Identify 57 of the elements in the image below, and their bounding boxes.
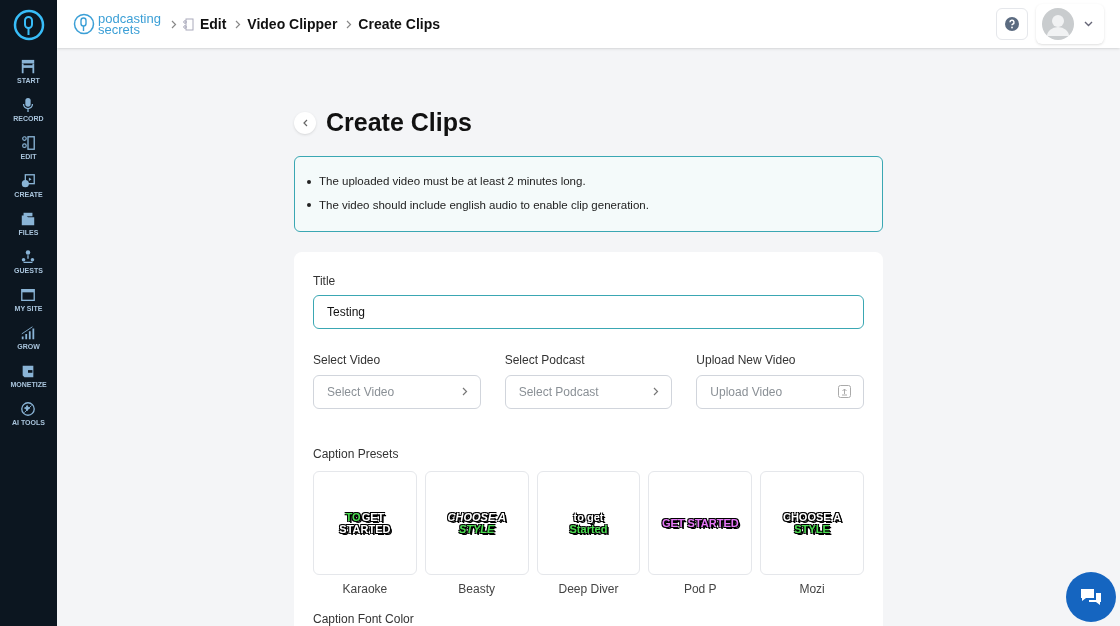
breadcrumb-link[interactable]: Video Clipper [247, 13, 338, 35]
preset-name: Pod P [683, 580, 717, 598]
guests-icon [20, 249, 37, 265]
notice-text: The uploaded video must be at least 2 minutes long. [319, 174, 586, 190]
section-label: Caption Font Color [313, 611, 414, 626]
preset-name: Beasty [458, 580, 496, 598]
chevron-right-icon [170, 19, 177, 29]
help-icon [1005, 17, 1019, 31]
preset-card[interactable]: CHOOSE A STYLE [424, 470, 529, 575]
caption-sample-text: CHOOSE A [782, 510, 842, 523]
chat-icon [1079, 586, 1103, 608]
chevron-right-icon [653, 386, 660, 396]
preset-name: Karaoke [342, 580, 388, 598]
caption-sample-text: GET STARTED [661, 516, 739, 529]
notice-text: The video should include english audio to enable clip generation. [319, 197, 649, 213]
breadcrumb-link[interactable]: Edit [199, 13, 227, 35]
files-icon [20, 211, 37, 227]
field-label: Select Podcast [504, 351, 585, 369]
bullet-icon [307, 203, 311, 208]
caption-sample-text: STYLE [458, 522, 495, 535]
preset-card[interactable]: CHOOSE A STYLE [760, 470, 864, 575]
site-icon [20, 287, 37, 303]
grow-icon [20, 325, 37, 341]
ai-icon [20, 401, 37, 417]
create-icon [20, 173, 37, 189]
field-label: Title [313, 272, 336, 290]
chevron-right-icon [461, 386, 468, 396]
preset-name: Mozi [799, 580, 825, 598]
field-label: Upload New Video [696, 351, 796, 369]
chevron-right-icon [235, 19, 242, 29]
edit-icon [20, 135, 37, 151]
chevron-right-icon [346, 19, 353, 29]
caption-sample-text: STARTED [339, 522, 391, 535]
upload-icon [838, 384, 851, 398]
section-label: Caption Presets [313, 445, 399, 463]
title-input[interactable]: Testing [313, 294, 864, 329]
preset-card[interactable]: TOGET STARTED [313, 470, 417, 575]
page-title: Create Clips [326, 107, 472, 138]
field-label: Select Video [313, 351, 381, 369]
caption-sample-text: CHOOSE A [447, 510, 506, 523]
avatar-icon [1042, 8, 1074, 40]
chevron-down-icon [1084, 21, 1093, 27]
chevron-left-icon [302, 118, 308, 127]
start-icon [20, 59, 37, 75]
upload-field[interactable]: Upload Video [696, 374, 864, 409]
select-field[interactable]: Select Video [313, 374, 481, 409]
caption-sample-text: to get [573, 510, 604, 523]
chat-button[interactable] [1066, 572, 1116, 622]
caption-sample-text: GET [361, 510, 385, 523]
preset-name: Deep Diver [558, 580, 619, 598]
caption-sample-text: STYLE [794, 522, 830, 535]
bullet-icon [307, 179, 311, 184]
document-icon [182, 17, 194, 31]
breadcrumb-link[interactable]: Create Clips [358, 13, 441, 35]
help-button[interactable] [996, 8, 1028, 40]
select-field[interactable]: Select Podcast [504, 374, 673, 409]
logo-icon[interactable] [12, 9, 45, 41]
